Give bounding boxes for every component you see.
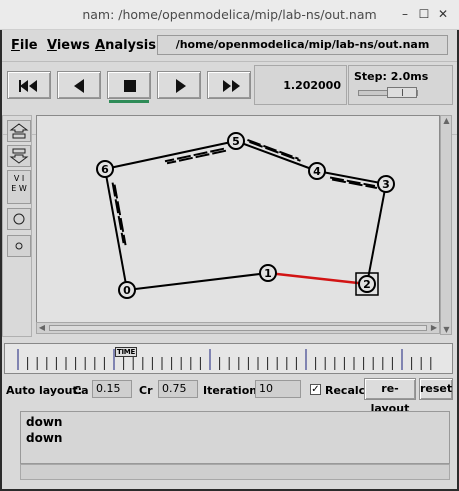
log-line: down [26, 415, 63, 429]
zoom-out-button[interactable] [7, 145, 31, 167]
minimize-icon[interactable]: – [397, 6, 413, 22]
scroll-right-icon[interactable]: ▶ [429, 323, 439, 333]
menu-file[interactable]: File [11, 38, 38, 53]
menu-views-label: iews [56, 38, 90, 53]
recalc-label: Recalc [325, 384, 366, 397]
event-log[interactable]: down down [20, 411, 450, 464]
node-label-5: 5 [232, 135, 240, 148]
packet-queue [249, 140, 301, 162]
auto-layout-bar: Auto layout: Ca 0.15 Cr 0.75 Iterations … [2, 378, 457, 415]
view-button[interactable]: V I E W [7, 170, 31, 204]
stop-button[interactable] [107, 71, 151, 103]
rewind-button[interactable] [7, 71, 51, 103]
node-label-0: 0 [123, 284, 131, 297]
node-label-1: 1 [264, 267, 272, 280]
node-label-6: 6 [101, 163, 109, 176]
play-backward-button[interactable] [57, 71, 101, 103]
reset-button[interactable]: reset [419, 378, 453, 400]
packet-queue [166, 149, 227, 165]
horizontal-scroll-thumb[interactable] [49, 325, 427, 331]
canvas-vertical-scrollbar[interactable]: ▲ ▼ [440, 115, 452, 335]
scroll-left-icon[interactable]: ◀ [37, 323, 47, 333]
file-path-display: /home/openmodelica/mip/lab-ns/out.nam [157, 35, 448, 55]
fast-forward-button[interactable] [207, 71, 251, 103]
link-5-6[interactable] [104, 140, 237, 170]
canvas-horizontal-scrollbar[interactable]: ◀ ▶ [36, 322, 440, 334]
window-titlebar: nam: /home/openmodelica/mip/lab-ns/out.n… [0, 0, 459, 30]
topology-canvas[interactable]: 0 1 2 3 4 5 6 [36, 115, 440, 325]
fast-forward-icon [223, 80, 240, 92]
tool-sidebar: V I E W [2, 115, 32, 337]
node-label-2: 2 [363, 278, 371, 291]
node-label-4: 4 [313, 165, 321, 178]
menu-file-mnemonic: F [11, 38, 20, 53]
maximize-icon[interactable]: ☐ [416, 6, 432, 22]
circle-small-icon [15, 242, 23, 250]
menu-analysis-mnemonic: A [95, 38, 106, 53]
menu-analysis[interactable]: Analysis [95, 38, 156, 53]
fast-forward-indicator [209, 100, 249, 103]
recalc-checkbox[interactable]: ✓ [310, 384, 321, 395]
log-line: down [26, 431, 63, 445]
window-title: nam: /home/openmodelica/mip/lab-ns/out.n… [82, 7, 377, 22]
view-label-top: V I [13, 174, 25, 183]
nam-window: File Views Analysis /home/openmodelica/m… [2, 30, 457, 489]
step-control: Step: 2.0ms [348, 65, 453, 105]
ca-label: Ca [73, 384, 89, 397]
iterations-input[interactable]: 10 [255, 380, 301, 398]
link-4-5[interactable] [235, 140, 318, 172]
scroll-up-icon[interactable]: ▲ [442, 116, 451, 125]
play-forward-button[interactable] [157, 71, 201, 103]
relayout-button[interactable]: re-layout [364, 378, 416, 415]
ca-input[interactable]: 0.15 [92, 380, 132, 398]
view-label-bottom: E W [11, 184, 27, 193]
cr-label: Cr [139, 384, 153, 397]
close-icon[interactable]: ✕ [435, 6, 451, 22]
circle-large-icon [13, 213, 25, 225]
time-slider-thumb[interactable]: TIME [115, 347, 137, 357]
fast-rewind-icon [19, 80, 37, 92]
play-backward-icon [74, 79, 84, 93]
node-label-3: 3 [382, 178, 390, 191]
zoom-in-icon [9, 123, 29, 139]
packet-queue [247, 138, 299, 160]
cr-input[interactable]: 0.75 [158, 380, 198, 398]
link-2-3[interactable] [366, 183, 387, 285]
scroll-down-icon[interactable]: ▼ [442, 325, 451, 334]
time-slider[interactable]: TIME [4, 343, 453, 374]
play-backward-indicator [59, 100, 99, 103]
rewind-indicator [9, 100, 49, 103]
step-slider-thumb[interactable] [387, 87, 417, 98]
link-0-1[interactable] [126, 272, 269, 291]
zoom-in-button[interactable] [7, 120, 31, 142]
menu-analysis-label: nalysis [105, 38, 156, 53]
menubar: File Views Analysis /home/openmodelica/m… [2, 30, 457, 62]
stop-active-indicator [109, 100, 149, 103]
link-1-2[interactable] [267, 271, 368, 286]
menu-views[interactable]: Views [47, 38, 90, 53]
time-ticks [17, 349, 432, 370]
step-label: Step: 2.0ms [354, 70, 429, 83]
log-horizontal-scrollbar[interactable] [20, 464, 450, 480]
large-node-button[interactable] [7, 208, 31, 230]
packet-queue [111, 182, 125, 244]
menu-views-mnemonic: V [47, 38, 57, 53]
auto-layout-label: Auto layout: [6, 384, 83, 397]
zoom-out-icon [9, 148, 29, 164]
play-forward-icon [176, 79, 186, 93]
network-topology[interactable]: 0 1 2 3 4 5 6 [37, 116, 440, 325]
play-forward-indicator [159, 100, 199, 103]
small-node-button[interactable] [7, 235, 31, 257]
packet-queue [329, 176, 376, 187]
current-time-display: 1.202000 [254, 65, 347, 105]
stop-icon [124, 80, 136, 92]
menu-file-label: ile [19, 38, 38, 53]
